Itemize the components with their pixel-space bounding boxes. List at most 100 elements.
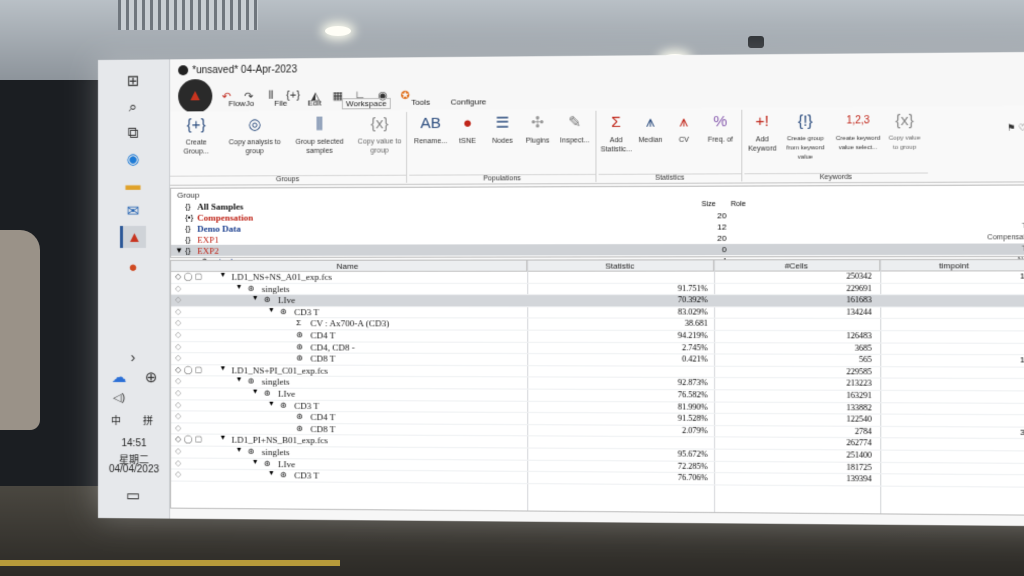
taskbar-time[interactable]: 14:51 bbox=[98, 438, 170, 449]
tab-configure[interactable]: Configure bbox=[451, 97, 487, 108]
row-timepoint bbox=[880, 462, 1024, 463]
name-column-header[interactable]: Name bbox=[171, 260, 528, 271]
freq-icon: % bbox=[713, 112, 728, 131]
create-group-from-keyword-button[interactable]: {!} Create group from keyword value bbox=[780, 111, 831, 163]
sample-checkbox-icon[interactable]: ◇ ◯ ▢ bbox=[175, 435, 202, 444]
row-statistic: 70.392% bbox=[677, 295, 708, 305]
expand-triangle-icon[interactable]: ▼ bbox=[252, 295, 259, 302]
gate-icon: ⊛ bbox=[279, 400, 287, 410]
tsne-button[interactable]: ● tSNE bbox=[452, 114, 483, 147]
windows-start-icon[interactable]: ⊞ bbox=[120, 70, 146, 92]
expand-triangle-icon[interactable]: ▼ bbox=[252, 389, 259, 396]
file-explorer-icon[interactable]: ▬ bbox=[120, 174, 146, 196]
copy-value-icon: {x} bbox=[370, 115, 389, 133]
population-row[interactable]: ◇ ▼ ⊛ singlets 91.751% 229691 bbox=[171, 283, 1024, 296]
median-button[interactable]: ⩚ Median bbox=[636, 112, 665, 145]
population-row[interactable]: ◇ ▼ ⊛ CD3 T 83.029% 134244 bbox=[171, 306, 1024, 320]
sigma-icon: Σ bbox=[611, 113, 621, 132]
cv-icon: ⩚ bbox=[679, 113, 689, 131]
gate-icon: ⊛ bbox=[279, 470, 287, 480]
freq-of-button[interactable]: % Freq. of bbox=[703, 112, 739, 145]
group-selected-button[interactable]: ⫼ Group selected samples bbox=[289, 114, 350, 156]
ribbon: {+} Create Group... ◎ Copy analysis to gro… bbox=[170, 105, 1024, 186]
add-statistic-button[interactable]: Σ Add Statistic... bbox=[601, 113, 632, 155]
plugins-icon: ✣ bbox=[531, 114, 545, 132]
expand-triangle-icon[interactable]: ▼ bbox=[252, 458, 259, 465]
expand-triangle-icon[interactable]: ▼ bbox=[236, 377, 243, 384]
expand-triangle-icon[interactable]: ▼ bbox=[219, 272, 226, 279]
help-icons[interactable]: ⚑ ♡ ? ⎘ bbox=[1007, 122, 1024, 134]
floor-stripe bbox=[0, 560, 340, 566]
freq-of-label: Freq. of bbox=[707, 136, 733, 144]
copy-value-kw-icon: {x} bbox=[895, 111, 914, 130]
group-name: Demo Data bbox=[197, 223, 241, 234]
tab-edit[interactable]: Edit bbox=[308, 98, 322, 109]
population-row[interactable]: ◇ ▼ ⊛ LIve 70.392% 161683 bbox=[171, 295, 1024, 308]
windows-taskbar: ⊞ ⌕ ⧉ ◉ ▬ ✉ ▲ ● › ☁ ⊕ ◁) 中 拼 14:51 星期二 0… bbox=[98, 59, 171, 519]
create-keyword-select-button[interactable]: 1,2,3 Create keyword value select... bbox=[835, 111, 881, 153]
flowjo-logo[interactable]: ▲ bbox=[178, 79, 213, 114]
sample-row[interactable]: ◇ ◯ ▢ ▼ LD1_NS+NS_A01_exp.fcs 250342 1 bbox=[171, 271, 1024, 284]
globe-icon[interactable]: ⊕ bbox=[138, 366, 164, 388]
expand-triangle-icon[interactable]: ▼ bbox=[236, 284, 243, 291]
onedrive-icon[interactable]: ☁ bbox=[106, 366, 132, 388]
group-size: 0 bbox=[721, 244, 727, 255]
copy-analysis-button[interactable]: ◎ Copy analysis to group bbox=[224, 115, 285, 157]
copy-value-label: Copy value to group bbox=[357, 138, 402, 155]
group-selected-label: Group selected samples bbox=[295, 138, 344, 155]
task-view-icon[interactable]: ⧉ bbox=[120, 122, 146, 144]
notification-icon[interactable]: ▭ bbox=[120, 484, 146, 506]
taskbar-date[interactable]: 04/04/2023 bbox=[98, 464, 170, 476]
expand-triangle-icon[interactable]: ▼ bbox=[268, 400, 275, 407]
expand-triangle-icon[interactable]: ▼ bbox=[236, 447, 243, 454]
row-name: LIve bbox=[277, 458, 296, 469]
expand-triangle-icon[interactable]: ▼ bbox=[268, 307, 275, 314]
row-cell-count: 3685 bbox=[854, 343, 872, 353]
tab-flowjo[interactable]: FlowJo bbox=[228, 99, 254, 110]
statistic-column-header[interactable]: Statistic bbox=[527, 260, 715, 271]
samples-table: Name Statistic #Cells timpoint ◇ ◯ ▢ ▼ LD1… bbox=[170, 258, 1024, 516]
nodes-button[interactable]: ☰ Nodes bbox=[487, 113, 518, 146]
add-keyword-button[interactable]: +! Add Keyword bbox=[747, 112, 778, 154]
row-marker-icon: ◇ bbox=[175, 457, 182, 468]
outlook-icon[interactable]: ✉ bbox=[120, 200, 146, 222]
rename-button[interactable]: AB Rename... bbox=[413, 114, 448, 147]
row-marker-icon: ◇ bbox=[175, 388, 182, 398]
powerpoint-icon[interactable]: ● bbox=[120, 256, 146, 278]
search-icon[interactable]: ⌕ bbox=[120, 96, 146, 118]
gate-icon: ⊛ bbox=[247, 446, 255, 456]
speaker-icon[interactable]: ◁) bbox=[106, 386, 132, 408]
row-name: CD4 T bbox=[310, 412, 336, 423]
tab-file[interactable]: File bbox=[274, 99, 287, 110]
copy-analysis-icon: ◎ bbox=[248, 115, 262, 134]
row-cell-count: 133882 bbox=[846, 402, 872, 412]
keywords-ribbon-group: +! Add Keyword {!} Create group from keywo… bbox=[744, 109, 928, 182]
cells-column-header[interactable]: #Cells bbox=[714, 260, 881, 271]
expand-triangle-icon[interactable]: ▼ bbox=[219, 435, 226, 442]
median-icon: ⩚ bbox=[646, 113, 655, 131]
expand-triangle-icon[interactable]: ▼ bbox=[219, 365, 226, 372]
copy-value-kw-button[interactable]: {x} Copy value to group bbox=[886, 111, 924, 153]
app-icon bbox=[178, 65, 189, 76]
row-timepoint bbox=[880, 451, 1024, 452]
row-timepoint: 1 bbox=[1020, 271, 1024, 281]
sample-checkbox-icon[interactable]: ◇ ◯ ▢ bbox=[175, 272, 202, 281]
create-group-button[interactable]: {+} Create Group... bbox=[176, 115, 216, 156]
expand-triangle-icon[interactable]: ▼ bbox=[268, 470, 275, 477]
collapse-icon[interactable]: ▼ bbox=[175, 246, 183, 255]
tab-tools[interactable]: Tools bbox=[411, 98, 430, 109]
tab-workspace[interactable]: Workspace bbox=[341, 97, 391, 110]
inspect-button[interactable]: ✎ Inspect... bbox=[557, 113, 592, 146]
row-timepoint bbox=[880, 439, 1024, 440]
flowjo-taskbar-icon[interactable]: ▲ bbox=[119, 225, 147, 248]
row-statistic: 0.421% bbox=[682, 354, 708, 364]
row-name: singlets bbox=[261, 376, 290, 388]
chevron-up-icon[interactable]: › bbox=[120, 346, 146, 368]
create-group-kw-label: Create group from keyword value bbox=[786, 135, 825, 161]
cv-button[interactable]: ⩚ CV bbox=[669, 112, 698, 145]
edge-browser-icon[interactable]: ◉ bbox=[120, 148, 146, 170]
sample-checkbox-icon[interactable]: ◇ ◯ ▢ bbox=[175, 365, 202, 374]
copy-value-button[interactable]: {x} Copy value to group bbox=[356, 114, 403, 156]
timepoint-column-header[interactable]: timpoint bbox=[880, 260, 1024, 271]
plugins-button[interactable]: ✣ Plugins bbox=[522, 113, 553, 146]
